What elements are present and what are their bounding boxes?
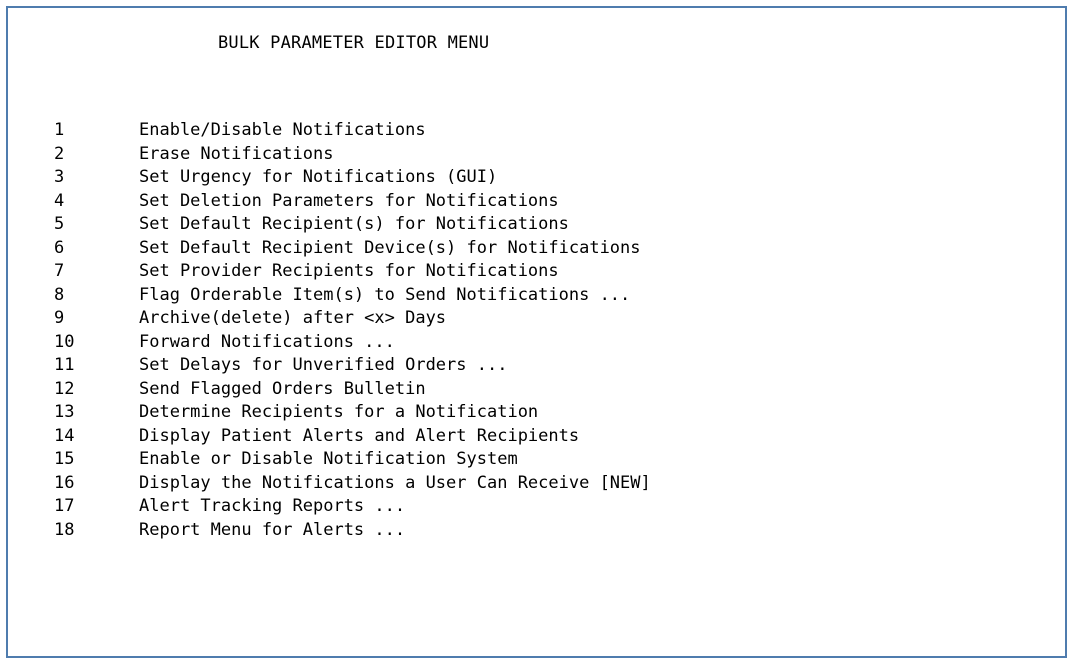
menu-item-label: Send Flagged Orders Bulletin — [139, 378, 426, 399]
menu-item-label: Archive(delete) after <x> Days — [139, 308, 447, 328]
terminal-window: BULK PARAMETER EDITOR MENU 1 Enable/Disab… — [6, 6, 1067, 658]
menu-item-number: 11 — [54, 355, 75, 375]
menu-item-label: Set Default Recipient Device(s) for Noti… — [139, 237, 641, 258]
menu-title: BULK PARAMETER EDITOR MENU — [218, 33, 490, 53]
menu-item-label: Enable/Disable Notifications — [139, 120, 426, 140]
menu-item-label: Set Deletion Parameters for Notification… — [139, 190, 559, 211]
menu-item-number: 8 — [54, 284, 65, 305]
menu-item-label: Display the Notifications a User Can Rec… — [139, 472, 651, 493]
menu-item-number: 17 — [54, 496, 75, 516]
menu-item-label: Alert Tracking Reports ... — [139, 496, 406, 516]
menu-item-number: 18 — [54, 519, 75, 540]
menu-item-number: 16 — [54, 472, 75, 493]
menu-item-label: Report Menu for Alerts ... — [139, 519, 406, 540]
menu-item-label: Set Delays for Unverified Orders ... — [139, 355, 508, 375]
menu-item-number: 3 — [54, 167, 65, 187]
menu-item-label: Determine Recipients for a Notification — [139, 402, 539, 422]
menu-item-number: 6 — [54, 237, 65, 258]
menu-item-number: 4 — [54, 190, 65, 211]
menu-item-number: 15 — [54, 449, 75, 469]
terminal-screen: BULK PARAMETER EDITOR MENU 1 Enable/Disab… — [8, 8, 1065, 656]
menu-item-label: Forward Notifications ... — [139, 331, 395, 352]
menu-item-number: 9 — [54, 308, 65, 328]
menu-item-label: Flag Orderable Item(s) to Send Notificat… — [139, 284, 631, 305]
menu-item-number: 2 — [54, 143, 65, 164]
menu-item-label: Set Provider Recipients for Notification… — [139, 261, 559, 281]
menu-item-number: 5 — [54, 214, 65, 234]
menu-item-number: 13 — [54, 402, 75, 422]
menu-item-number: 7 — [54, 261, 65, 281]
menu-item-label: Enable or Disable Notification System — [139, 449, 518, 469]
menu-item-number: 12 — [54, 378, 75, 399]
menu-item-number: 14 — [54, 425, 75, 446]
menu-item-label: Set Urgency for Notifications (GUI) — [139, 167, 498, 187]
menu-item-number: 1 — [54, 120, 65, 140]
menu-item-number: 10 — [54, 331, 75, 352]
menu-item-label: Display Patient Alerts and Alert Recipie… — [139, 425, 580, 446]
menu-item-label: Erase Notifications — [139, 143, 334, 164]
menu-item-label: Set Default Recipient(s) for Notificatio… — [139, 214, 569, 234]
